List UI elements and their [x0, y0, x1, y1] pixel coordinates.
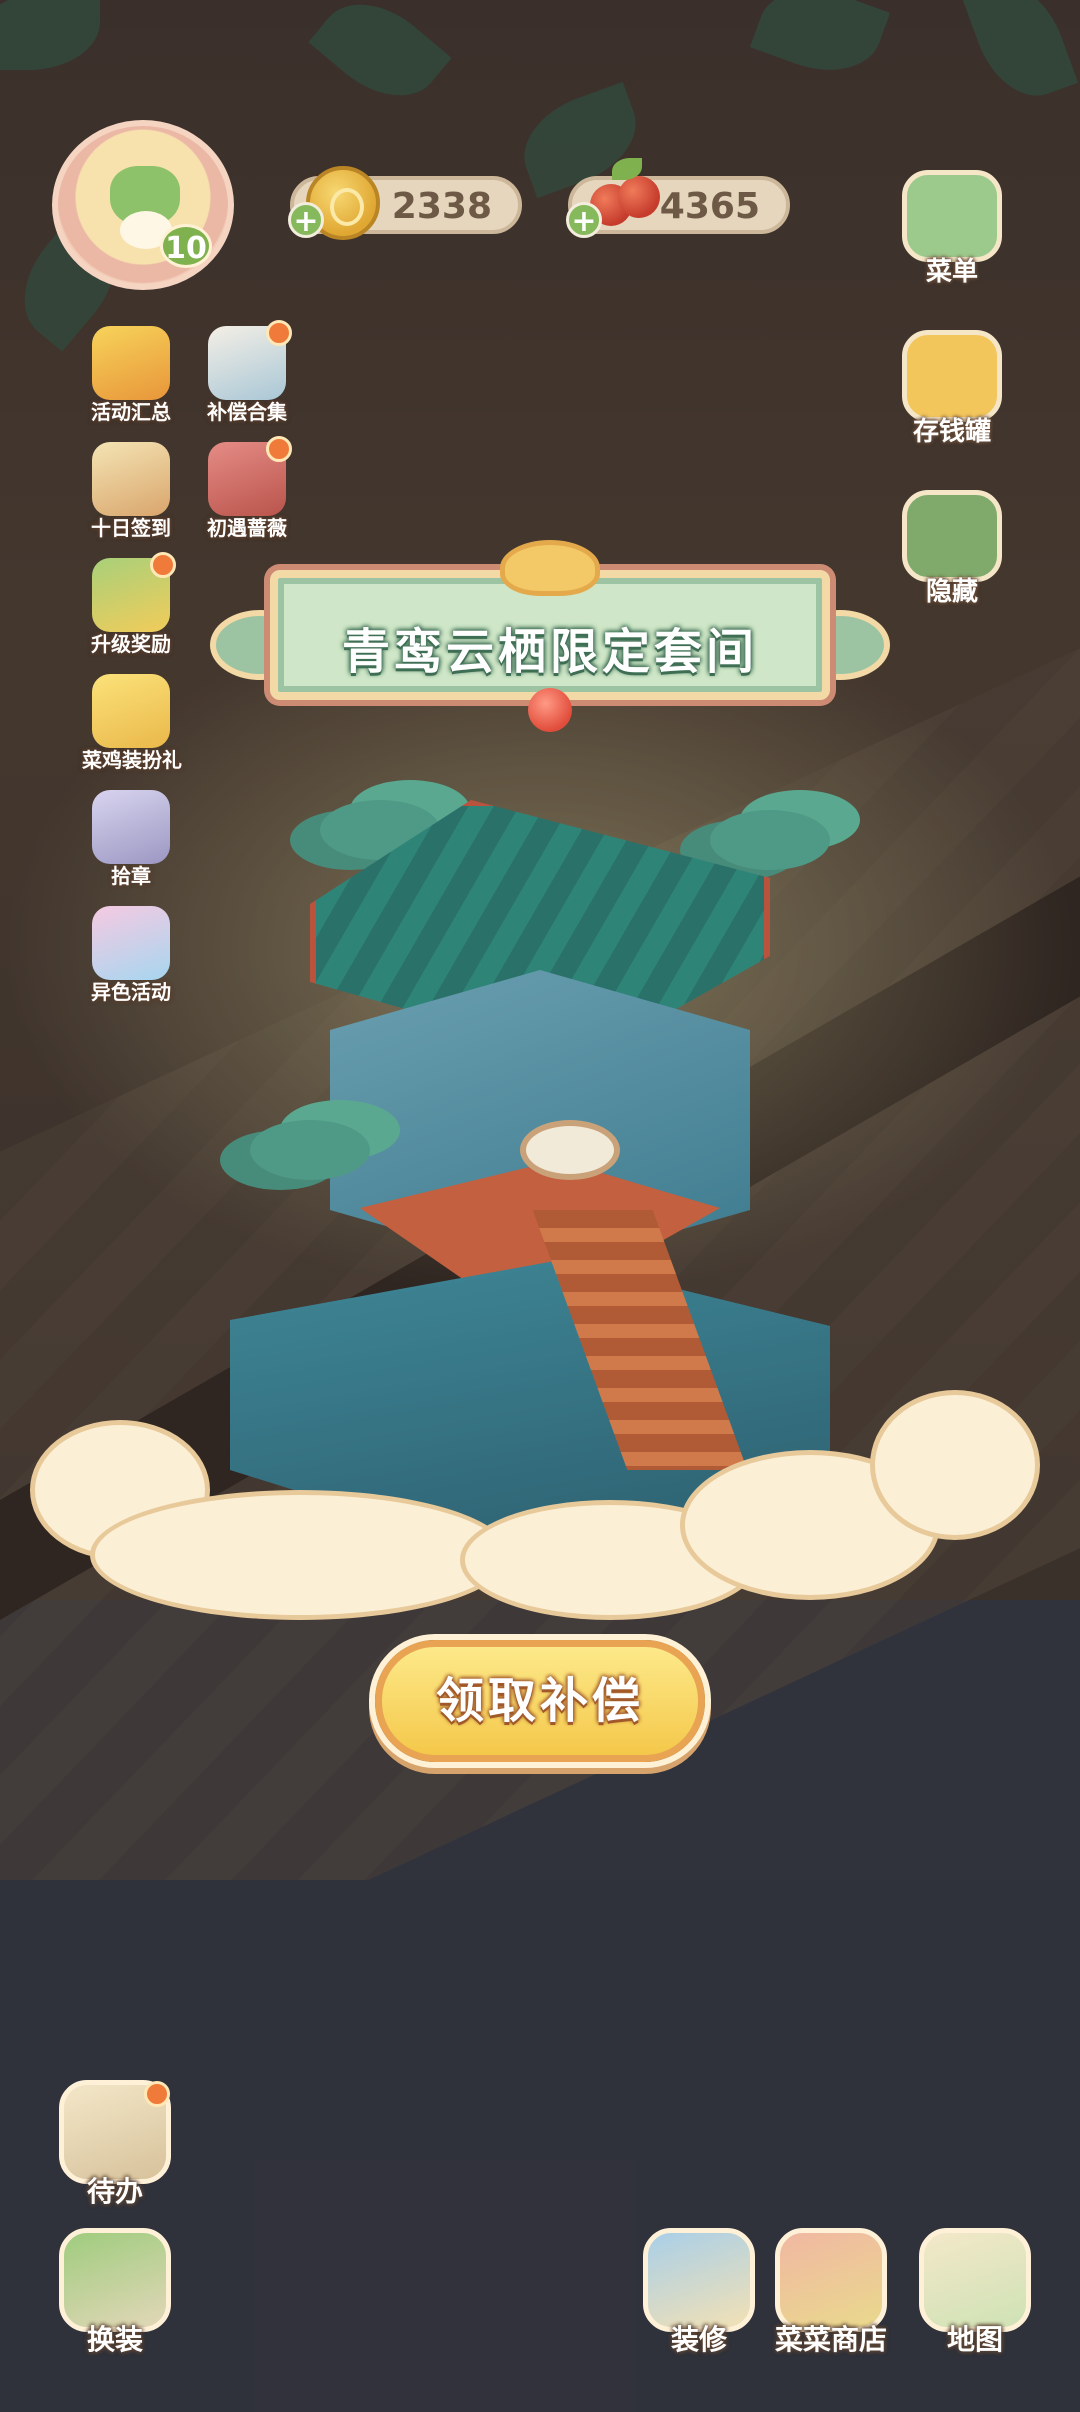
- level-badge: 10: [160, 224, 212, 268]
- activity-chick-costume-gift[interactable]: 菜鸡装扮礼: [76, 674, 186, 784]
- map-icon: [919, 2228, 1031, 2332]
- activity-compensation-collection[interactable]: 补偿合集: [192, 320, 302, 436]
- map-label: 地图: [946, 2323, 1003, 2356]
- chick-costume-gift-icon: [92, 674, 170, 748]
- event-summary-icon: [92, 326, 170, 400]
- bath-tub: [520, 1120, 620, 1180]
- notification-dot: [144, 2081, 170, 2107]
- activity-color-variant-event[interactable]: 异色活动: [76, 906, 186, 1016]
- rose-encounter-icon: [208, 436, 292, 516]
- pine-tree: [710, 810, 830, 870]
- player-avatar[interactable]: 10: [52, 120, 234, 290]
- notification-dot: [150, 552, 176, 578]
- map-button[interactable]: 地图: [914, 2228, 1036, 2360]
- dress-up-button[interactable]: 换装: [54, 2228, 176, 2360]
- pine-tree: [250, 1120, 370, 1180]
- hide-ui-button[interactable]: 隐藏: [896, 490, 1008, 608]
- hide-ui-icon: [902, 490, 1002, 582]
- coin-counter[interactable]: 2338 +: [288, 166, 522, 240]
- activity-upgrade-reward[interactable]: 升级奖励: [76, 552, 186, 668]
- todo-button[interactable]: 待办: [54, 2080, 176, 2212]
- decorate-button[interactable]: 装修: [638, 2228, 760, 2360]
- menu-icon: [902, 170, 1002, 262]
- activity-collect-badge[interactable]: 拾章: [76, 790, 186, 900]
- berry-amount: 4365: [659, 186, 760, 227]
- todo-icon: [59, 2080, 171, 2184]
- coin-amount: 2338: [391, 186, 492, 227]
- banner-knot-ornament: [500, 540, 600, 596]
- activity-ten-day-checkin[interactable]: 十日签到: [76, 442, 186, 552]
- notification-dot: [266, 320, 292, 346]
- activity-rose-encounter[interactable]: 初遇蔷薇: [192, 436, 302, 552]
- notification-dot: [266, 436, 292, 462]
- menu-label: 菜单: [925, 257, 978, 287]
- banner-bead: [528, 688, 572, 732]
- shop-icon: [775, 2228, 887, 2332]
- piggy-bank-button[interactable]: 存钱罐: [896, 330, 1008, 448]
- hide-ui-label: 隐藏: [925, 577, 978, 607]
- shop-button[interactable]: 菜菜商店: [770, 2228, 892, 2360]
- ten-day-checkin-icon: [92, 442, 170, 516]
- piggy-bank-label: 存钱罐: [912, 417, 991, 447]
- decorate-label: 装修: [670, 2323, 727, 2356]
- add-berries-button[interactable]: +: [566, 202, 602, 239]
- compensation-collection-icon: [208, 320, 292, 400]
- claim-compensation-button[interactable]: 领取补偿: [375, 1640, 705, 1762]
- berry-counter[interactable]: 4365 +: [566, 158, 790, 239]
- piggy-bank-icon: [902, 330, 1002, 422]
- dress-up-label: 换装: [86, 2323, 143, 2356]
- add-coins-button[interactable]: +: [288, 202, 324, 239]
- shop-label: 菜菜商店: [774, 2323, 887, 2356]
- menu-button[interactable]: 菜单: [896, 170, 1008, 288]
- claim-button-label: 领取补偿: [435, 1673, 644, 1729]
- cloud-platform: [30, 1390, 1050, 1630]
- todo-label: 待办: [86, 2175, 143, 2208]
- reward-title: 青鸾云栖限定套间: [341, 624, 758, 680]
- color-variant-event-icon: [92, 906, 170, 980]
- collect-badge-icon: [92, 790, 170, 864]
- activity-event-summary[interactable]: 活动汇总: [76, 326, 186, 436]
- upgrade-reward-icon: [92, 552, 176, 632]
- dress-up-icon: [59, 2228, 171, 2332]
- decorate-icon: [643, 2228, 755, 2332]
- reward-title-banner: 青鸾云栖限定套间: [210, 540, 890, 732]
